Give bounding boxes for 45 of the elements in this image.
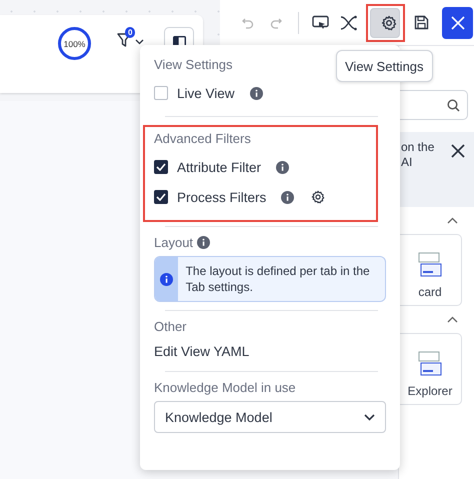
chevron-up-icon[interactable] [447,217,458,224]
checkbox[interactable] [154,190,168,204]
crossed-arrows-icon [340,14,358,30]
info-icon [160,272,173,286]
tooltip: View Settings [336,50,433,82]
model-dropdown[interactable]: Knowledge Model [154,401,386,433]
settings-icon [381,14,398,30]
checkbox-label: Process Filters [177,190,266,204]
settings-button[interactable] [370,8,400,38]
undo-icon [242,16,254,28]
banner-text: AI [401,155,414,170]
widget-preview-icon [418,251,442,279]
close-button[interactable] [451,144,465,158]
count-badge: 0 [125,27,136,38]
note-text: The layout is defined per tab in the Tab settings. [184,263,371,296]
info-icon[interactable] [281,190,294,204]
widget-preview-icon [418,350,442,378]
search-icon [447,98,460,112]
info-icon[interactable] [276,160,290,174]
chevron-up-icon[interactable] [447,316,458,323]
chevron-down-icon[interactable] [135,39,144,45]
chevron-down-icon [364,414,375,420]
info-icon[interactable] [197,236,210,249]
section-title: Advanced Filters [154,131,251,146]
card-label: Explorer [408,384,452,398]
close-button[interactable] [442,6,473,38]
checkbox[interactable] [154,160,168,174]
save-icon [414,15,430,30]
zoom-indicator[interactable]: 100% [58,27,91,60]
presentation-icon [312,14,330,30]
info-icon[interactable] [250,86,263,100]
redo-icon [270,16,282,28]
banner-text: on the [401,140,436,155]
checkbox-label: Attribute Filter [177,160,262,174]
close-icon [451,144,465,158]
section-title: Layout [154,235,194,250]
settings-icon[interactable] [311,190,326,204]
checkbox[interactable] [154,86,168,100]
checkbox-label: Live View [177,86,235,100]
close-icon [450,16,465,30]
menu-item[interactable]: Edit View YAML [154,340,386,363]
card-label: card [418,285,442,299]
section-title: View Settings [154,57,233,72]
section-title: Other [154,319,187,334]
section-title: Knowledge Model in use [154,380,296,395]
